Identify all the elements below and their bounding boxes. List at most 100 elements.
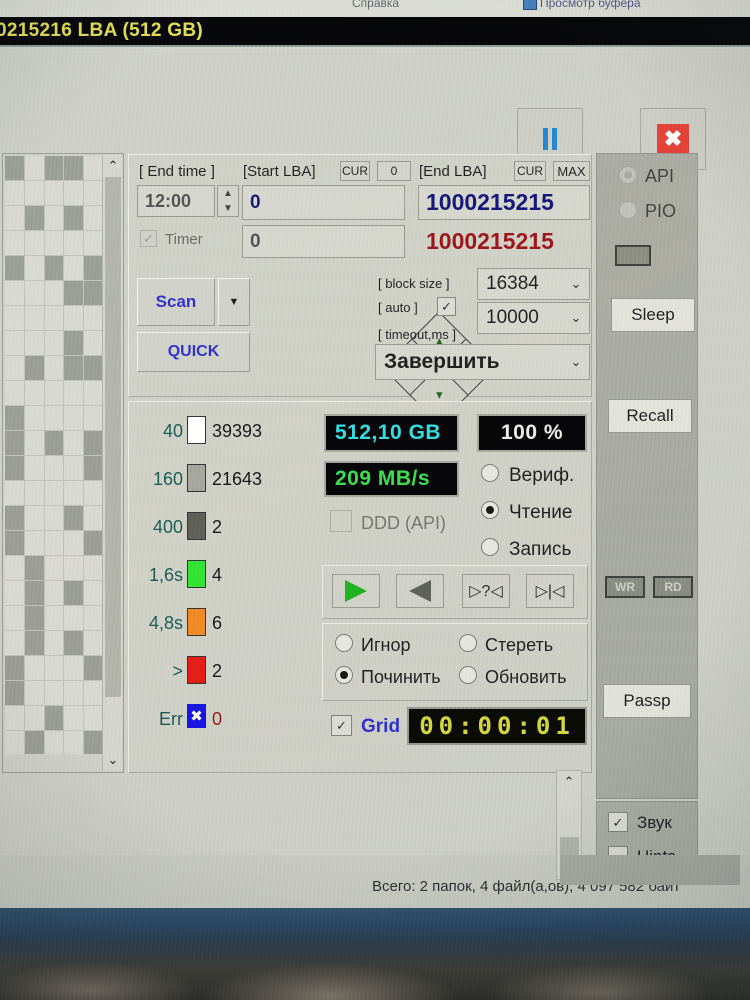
sector-map-cell[interactable] [5, 206, 24, 230]
menu-item-buffer[interactable]: Просмотр буфера [540, 0, 641, 10]
sector-map-cell[interactable] [84, 631, 103, 655]
end-lba-input[interactable]: 1000215215 [418, 185, 590, 220]
chevron-down-icon[interactable]: ⌄ [563, 310, 589, 326]
sector-map-cell[interactable] [5, 306, 24, 330]
error-action-radiogroup[interactable]: Игнор Починить Стереть Обновить [322, 623, 588, 701]
sector-map-cell[interactable] [5, 406, 24, 430]
sector-map-cell[interactable] [64, 681, 84, 705]
sector-map-cell[interactable] [5, 381, 24, 405]
scroll-up-icon[interactable]: ⌃ [103, 157, 123, 175]
sector-map-cell[interactable] [64, 256, 84, 280]
sector-map-cell[interactable] [24, 406, 44, 430]
sector-map-cell[interactable] [44, 556, 64, 580]
sector-map-cell[interactable] [5, 556, 24, 580]
sector-map-cell[interactable] [24, 556, 44, 580]
sector-map-cell[interactable] [84, 531, 103, 555]
sector-map-cell[interactable] [64, 631, 84, 655]
sector-map-cell[interactable] [84, 281, 103, 305]
sector-map-cell[interactable] [5, 281, 24, 305]
sector-map-cell[interactable] [24, 456, 44, 480]
play-forward-button[interactable] [332, 574, 380, 608]
sector-map-cell[interactable] [24, 481, 44, 505]
sector-map-cell[interactable] [64, 481, 84, 505]
action-radio-2[interactable] [459, 634, 477, 652]
scan-dropdown-button[interactable]: ▼ [218, 278, 250, 326]
sector-map-cell[interactable] [24, 381, 44, 405]
sector-map-grid[interactable] [5, 156, 103, 754]
sector-map-cell[interactable] [84, 506, 103, 530]
sector-map-cell[interactable] [44, 156, 64, 180]
grid-checkbox[interactable]: ✓ [331, 715, 352, 736]
sector-map-cell[interactable] [64, 306, 84, 330]
action-radio-0[interactable] [335, 634, 353, 652]
sector-map-cell[interactable] [64, 556, 84, 580]
scan-button[interactable]: Scan [137, 278, 215, 326]
sector-map-cell[interactable] [44, 456, 64, 480]
spinner-up-icon[interactable]: ▲ [218, 186, 238, 201]
sound-checkbox[interactable]: ✓ [608, 812, 628, 832]
sector-map-cell[interactable] [5, 606, 24, 630]
mode-radio-0[interactable] [481, 464, 499, 482]
sector-map-cell[interactable] [84, 256, 103, 280]
sector-map-cell[interactable] [84, 156, 103, 180]
sector-map-cell[interactable] [44, 531, 64, 555]
sector-map-cell[interactable] [84, 306, 103, 330]
sector-map-cell[interactable] [64, 706, 84, 730]
pio-radio[interactable] [619, 201, 637, 219]
sector-map-cell[interactable] [44, 306, 64, 330]
sector-map-cell[interactable] [44, 581, 64, 605]
end-time-field[interactable]: 12:00 [137, 185, 215, 217]
menu-item-help[interactable]: Справка [352, 0, 399, 10]
rd-indicator[interactable]: RD [653, 576, 693, 598]
timer-checkbox[interactable]: ✓ [140, 230, 157, 247]
sector-map-cell[interactable] [44, 331, 64, 355]
mode-radio-1[interactable] [481, 501, 499, 519]
sector-map-cell[interactable] [5, 456, 24, 480]
sector-map-cell[interactable] [24, 156, 44, 180]
sector-map-cell[interactable] [84, 181, 103, 205]
sector-map-cell[interactable] [64, 531, 84, 555]
sector-map-cell[interactable] [5, 156, 24, 180]
sector-map-cell[interactable] [84, 581, 103, 605]
sector-map-cell[interactable] [64, 281, 84, 305]
sector-map-cell[interactable] [64, 331, 84, 355]
sector-map-cell[interactable] [44, 181, 64, 205]
sector-map-cell[interactable] [5, 731, 24, 754]
action-radio-1[interactable] [335, 666, 353, 684]
sector-map-cell[interactable] [64, 506, 84, 530]
seek-query-button[interactable]: ▷?◁ [462, 574, 510, 608]
finish-action-select[interactable]: Завершить ⌄ [375, 344, 590, 380]
quick-button[interactable]: QUICK [137, 332, 250, 372]
sector-map-cell[interactable] [24, 581, 44, 605]
sector-map-cell[interactable] [5, 356, 24, 380]
end-lba-max-button[interactable]: MAX [553, 161, 590, 181]
start-lba-input[interactable]: 0 [242, 185, 405, 220]
map-scrollbar-thumb[interactable] [105, 177, 121, 697]
sector-map-cell[interactable] [84, 381, 103, 405]
spinner-down-icon[interactable]: ▼ [218, 201, 238, 216]
sector-map-cell[interactable] [44, 206, 64, 230]
sector-map-cell[interactable] [5, 506, 24, 530]
sector-map-cell[interactable] [5, 481, 24, 505]
sector-map-cell[interactable] [5, 656, 24, 680]
sector-map-cell[interactable] [5, 581, 24, 605]
sector-map-cell[interactable] [64, 456, 84, 480]
sector-map-cell[interactable] [64, 606, 84, 630]
sector-map-cell[interactable] [64, 156, 84, 180]
sector-map-cell[interactable] [24, 356, 44, 380]
sector-map-cell[interactable] [64, 406, 84, 430]
sector-map-cell[interactable] [44, 706, 64, 730]
sector-map-panel[interactable]: ⌃ ⌄ [2, 153, 124, 773]
sector-map-cell[interactable] [84, 481, 103, 505]
sector-map-cell[interactable] [84, 681, 103, 705]
api-radio[interactable] [619, 166, 637, 184]
mode-radio-2[interactable] [481, 538, 499, 556]
sector-map-cell[interactable] [84, 456, 103, 480]
sector-map-cell[interactable] [44, 256, 64, 280]
sector-map-cell[interactable] [84, 231, 103, 255]
sector-map-cell[interactable] [24, 181, 44, 205]
start-lba-zero-button[interactable]: 0 [377, 161, 411, 181]
sector-map-cell[interactable] [64, 656, 84, 680]
end-time-spinner[interactable]: ▲ ▼ [217, 185, 239, 217]
sector-map-cell[interactable] [84, 656, 103, 680]
